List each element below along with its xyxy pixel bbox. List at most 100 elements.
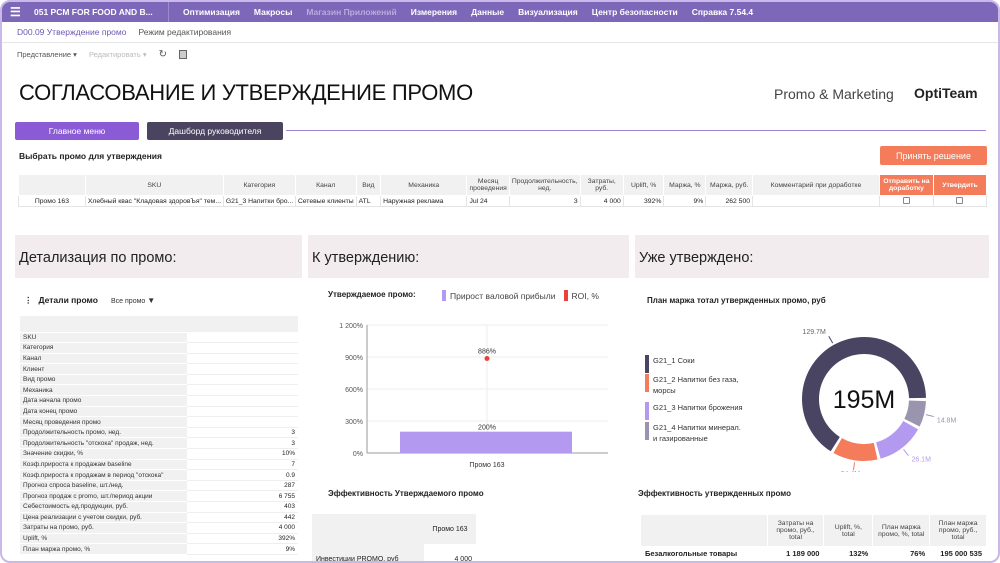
nav-optimization[interactable]: Оптимизация — [183, 7, 240, 17]
cell: Jul 24 — [466, 195, 510, 207]
row-label: Безалкогольные товары — [640, 546, 768, 561]
nav-help[interactable]: Справка 7.54.4 — [692, 7, 753, 17]
col-header: Uplift, %, total — [823, 514, 874, 547]
approve-cell — [932, 195, 988, 207]
nav-security[interactable]: Центр безопасности — [592, 7, 678, 17]
approve-checkbox[interactable] — [956, 196, 964, 204]
legend-swatch — [645, 402, 649, 420]
promo-table: SKU Категория Канал Вид Механика Месяц п… — [18, 174, 988, 207]
accept-decision-button[interactable]: Принять решение — [880, 146, 987, 165]
row-label: Продолжительность промо, нед. — [20, 427, 187, 439]
y-tick-label: 1 200% — [339, 323, 363, 330]
legend-swatch — [645, 422, 649, 440]
efficiency-title: Эффективность Утверждаемого промо — [328, 489, 484, 498]
leader-line — [852, 462, 856, 471]
details-header-row — [20, 316, 298, 333]
promo-filter-dropdown[interactable]: Все промо ▼ — [111, 296, 155, 305]
leader-line — [903, 449, 909, 456]
cell: 4 000 — [454, 555, 472, 563]
row-value: 403 — [187, 501, 298, 513]
legend-label: G21_4 Напитки минерал. и газированные — [653, 423, 741, 443]
col-header: Затраты на промо, руб., total — [766, 514, 825, 547]
refresh-icon[interactable]: ↻ — [159, 49, 167, 60]
edit-label: Редактировать — [88, 50, 141, 59]
details-row: Себестоимость ед.продукции, руб. 403 — [20, 501, 298, 513]
send-back-checkbox[interactable] — [902, 196, 910, 204]
col-header: Отправить на доработку — [878, 174, 934, 196]
calculator-icon[interactable] — [179, 50, 188, 59]
app-window: ☰ 051 PCM FOR FOOD AND B... Оптимизация … — [0, 0, 1000, 563]
slice-data-label: 26.1M — [911, 457, 931, 464]
cell: 392% — [622, 195, 665, 207]
bar-data-label: 200% — [478, 425, 496, 432]
row-value — [187, 416, 298, 428]
more-options-icon[interactable]: ⋮ — [24, 295, 33, 305]
point-data-label: 886% — [478, 348, 496, 355]
row-value: 9% — [187, 543, 298, 555]
row-label: Продолжительность "отскока" продаж, нед. — [20, 437, 187, 450]
nav-visualization[interactable]: Визуализация — [518, 7, 578, 17]
details-row: SKU — [20, 332, 298, 344]
legend-swatch — [645, 374, 649, 392]
legend-item: G21_4 Напитки минерал. и газированные — [645, 422, 745, 444]
hamburger-menu-icon[interactable]: ☰ — [10, 5, 24, 19]
legend-label: ROI, % — [571, 290, 599, 301]
row-value: 10% — [187, 448, 298, 460]
y-tick-label: 900% — [345, 355, 363, 362]
details-row: Клиент — [20, 363, 298, 375]
nav-data[interactable]: Данные — [471, 7, 504, 17]
y-tick-label: 600% — [345, 387, 363, 394]
select-promo-title: Выбрать промо для утверждения — [19, 151, 162, 161]
cell: Наружная реклама — [380, 195, 468, 207]
x-tick-label: Промо 163 — [469, 462, 504, 469]
dashboard-button[interactable]: Дашборд руководителя — [147, 122, 283, 140]
roi-bar-chart: 0% 300% 600% 900% 1 200% 200% 886% Промо 163 — [339, 323, 608, 469]
nav-dimensions[interactable]: Измерения — [411, 7, 457, 17]
edit-mode-label[interactable]: Режим редактирования — [138, 27, 231, 37]
col-header: Маржа, руб. — [705, 174, 754, 196]
row-value: 392% — [187, 533, 298, 545]
chart-title: Утверждаемое промо: — [328, 290, 416, 299]
details-row: Значение скидки, % 10% — [20, 448, 298, 460]
details-table: SKU Категория Канал Клиент Вид промо Механика… — [20, 316, 298, 555]
row-value: 0.9 — [187, 469, 298, 481]
col-header: Комментарий при доработке — [752, 174, 880, 196]
table-row: Инвестиции PROMO, руб 4 000 — [312, 544, 476, 563]
row-label: Инвестиции PROMO, руб — [312, 544, 424, 561]
comment-input[interactable] — [752, 195, 880, 207]
legend-label: G21_3 Напитки брожения — [653, 403, 743, 412]
row-label: Дата начала промо — [20, 395, 187, 407]
optiteam-logo: OptiTeam — [914, 85, 978, 101]
row-value: 4 000 — [187, 522, 298, 534]
donut-slice[interactable] — [904, 400, 926, 427]
details-row: План маржа промо, % 9% — [20, 543, 298, 555]
row-value — [187, 374, 298, 386]
bar[interactable] — [400, 431, 572, 453]
row-label: Месяц проведения промо — [20, 416, 187, 428]
cell: Сетевые клиенты — [294, 195, 357, 207]
details-row: Затраты на промо, руб. 4 000 — [20, 522, 298, 534]
toolbar: Представление ▾ Редактировать ▾ ↻ — [17, 49, 188, 60]
donut-slice[interactable] — [833, 438, 878, 461]
breadcrumb: D00.09 Утверждение промо Режим редактиро… — [17, 27, 231, 37]
nav-macros[interactable]: Макросы — [254, 7, 292, 17]
row-value: 7 — [187, 459, 298, 471]
donut-slice[interactable] — [876, 421, 919, 459]
view-dropdown[interactable]: Представление ▾ — [17, 50, 77, 59]
table-row[interactable]: Промо 163 Хлебный квас "Кладовая здоровЪ… — [18, 195, 988, 207]
roi-point[interactable] — [484, 355, 490, 361]
table-row: Безалкогольные товары 1 189 000 132% 76%… — [640, 546, 987, 561]
cell: Промо 163 — [18, 195, 86, 207]
divider — [2, 42, 998, 43]
details-title: ⋮ Детали промо — [24, 295, 98, 306]
breadcrumb-page[interactable]: D00.09 Утверждение промо — [17, 27, 126, 37]
row-label: Значение скидки, % — [20, 448, 187, 460]
app-name[interactable]: 051 PCM FOR FOOD AND B... — [34, 2, 169, 22]
legend-label: G21_2 Напитки без газа, морсы — [653, 375, 739, 395]
table-header: Затраты на промо, руб., total Uplift, %,… — [640, 514, 987, 547]
main-menu-button[interactable]: Главное меню — [15, 122, 139, 140]
row-label: План маржа промо, % — [20, 543, 187, 555]
details-row: Дата начала промо — [20, 395, 298, 407]
brand-label: Promo & Marketing — [774, 86, 894, 102]
cell: 1 189 000 — [766, 546, 825, 561]
